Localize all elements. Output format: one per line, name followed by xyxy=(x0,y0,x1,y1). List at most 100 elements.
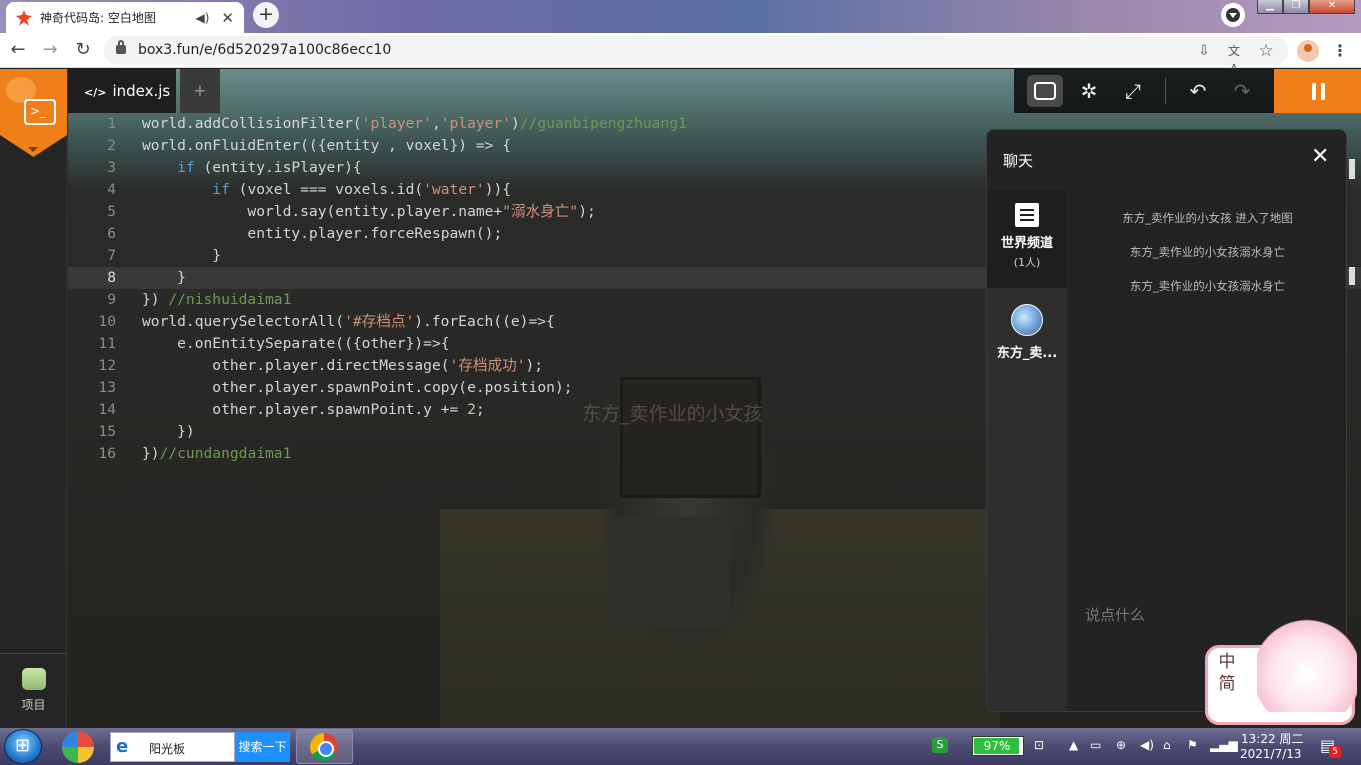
code-editor[interactable]: 1 world.addCollisionFilter('player','play… xyxy=(68,113,1361,513)
code-text[interactable]: } xyxy=(142,245,221,267)
close-tab-icon[interactable]: ✕ xyxy=(221,9,234,27)
forward-arrow-icon[interactable]: → xyxy=(38,39,62,63)
browser-tab[interactable]: 神奇代码岛: 空白地图 ◀) ✕ xyxy=(6,2,244,33)
code-text[interactable]: world.onFluidEnter(({entity , voxel}) =>… xyxy=(142,135,511,157)
window-restore-button[interactable]: ❐ xyxy=(1283,0,1309,14)
line-number: 9 xyxy=(107,291,116,308)
code-text[interactable]: }) xyxy=(142,421,195,443)
lock-icon xyxy=(116,40,126,54)
new-tab-button[interactable]: + xyxy=(253,2,279,28)
line-number: 8 xyxy=(107,269,116,286)
code-line[interactable]: 1 world.addCollisionFilter('player','play… xyxy=(68,113,988,135)
scrollbar-thumb[interactable] xyxy=(1349,159,1355,179)
code-text[interactable]: e.onEntitySeparate(({other})=>{ xyxy=(142,333,449,355)
code-text[interactable]: world.querySelectorAll('#存档点').forEach((… xyxy=(142,311,555,333)
usb-icon[interactable]: ⌂ xyxy=(1163,738,1171,752)
ime-mode-indicator[interactable]: 中 简 xyxy=(1216,651,1238,695)
line-number: 1 xyxy=(107,115,116,132)
window-close-button[interactable]: ✕ xyxy=(1309,0,1355,14)
ime-widget[interactable]: 中 简 xyxy=(1205,617,1361,727)
bookmark-star-icon[interactable]: ☆ xyxy=(1257,42,1275,60)
chevron-down-icon xyxy=(1229,13,1237,18)
clock-time[interactable]: 13:22 周二 xyxy=(1241,730,1303,747)
chat-toggle-button[interactable] xyxy=(1027,75,1063,107)
code-line[interactable]: 6 entity.player.forceRespawn(); xyxy=(68,223,988,245)
channel-world[interactable]: 世界频道 (1人) xyxy=(987,190,1067,288)
add-file-tab-button[interactable]: + xyxy=(180,69,220,113)
tab-search-button[interactable] xyxy=(1221,3,1245,27)
chrome-taskbar-icon[interactable] xyxy=(296,729,353,764)
display-icon[interactable]: ▭ xyxy=(1090,738,1101,752)
scrollbar-thumb[interactable] xyxy=(1349,267,1355,285)
line-number: 12 xyxy=(98,357,116,374)
left-sidebar: >_ 项目 xyxy=(0,69,67,728)
reload-icon[interactable]: ↻ xyxy=(71,39,95,63)
code-line[interactable]: 13 other.player.spawnPoint.copy(e.positi… xyxy=(68,377,988,399)
redo-icon[interactable]: ↷ xyxy=(1224,75,1260,107)
signal-icon[interactable]: ▂▄▆ xyxy=(1210,738,1238,752)
channel-user[interactable]: 东方_卖... xyxy=(987,288,1067,368)
flag-icon[interactable]: ⚑ xyxy=(1187,738,1198,752)
code-line[interactable]: 9 }) //nishuidaima1 xyxy=(68,289,988,311)
code-text[interactable]: })//cundangdaima1 xyxy=(142,443,291,465)
code-text[interactable]: world.say(entity.player.name+"溺水身亡"); xyxy=(142,201,595,223)
chat-message: 东方_卖作业的小女孩 进入了地图 xyxy=(1122,211,1293,225)
address-bar[interactable]: box3.fun/e/6d520297a100c86ecc10 ⇩ 文A ☆ xyxy=(104,36,1288,76)
notification-center-button[interactable]: ▤ 5 xyxy=(1320,736,1341,758)
code-text[interactable]: if (voxel === voxels.id('water')){ xyxy=(142,179,511,201)
search-button[interactable]: 搜索一下 xyxy=(235,732,290,762)
code-line[interactable]: 4 if (voxel === voxels.id('water')){ xyxy=(68,179,988,201)
site-favicon-icon xyxy=(16,9,32,26)
code-line[interactable]: 16 })//cundangdaima1 xyxy=(68,443,988,465)
line-number: 16 xyxy=(98,445,116,462)
notification-count-badge: 5 xyxy=(1329,746,1341,758)
install-app-icon[interactable]: ⇩ xyxy=(1195,42,1213,60)
undo-icon[interactable]: ↶ xyxy=(1180,75,1216,107)
power-plug-icon[interactable]: ⊡ xyxy=(1034,738,1044,752)
window-minimize-button[interactable]: ▁ xyxy=(1257,0,1283,14)
code-line[interactable]: 11 e.onEntitySeparate(({other})=>{ xyxy=(68,333,988,355)
project-button[interactable]: 项目 xyxy=(0,653,67,728)
volume-icon[interactable]: ◀) xyxy=(1140,738,1154,752)
code-text[interactable]: other.player.spawnPoint.copy(e.position)… xyxy=(142,377,572,399)
more-menu-icon[interactable]: ⋮ xyxy=(1332,41,1348,60)
tray-expand-icon[interactable]: ▲ xyxy=(1069,738,1078,752)
project-icon xyxy=(21,668,46,690)
clock-date[interactable]: 2021/7/13 xyxy=(1240,747,1302,761)
battery-indicator[interactable]: 97% xyxy=(972,736,1024,756)
code-line[interactable]: 12 other.player.directMessage('存档成功'); xyxy=(68,355,988,377)
code-text[interactable]: other.player.directMessage('存档成功'); xyxy=(142,355,543,377)
battery-percent: 97% xyxy=(983,739,1011,753)
code-text[interactable]: }) //nishuidaima1 xyxy=(142,289,291,311)
code-line[interactable]: 2 world.onFluidEnter(({entity , voxel}) =… xyxy=(68,135,988,157)
code-line[interactable]: 10 world.querySelectorAll('#存档点').forEach… xyxy=(68,311,988,333)
code-line[interactable]: 5 world.say(entity.player.name+"溺水身亡"); xyxy=(68,201,988,223)
code-line[interactable]: 3 if (entity.isPlayer){ xyxy=(68,157,988,179)
search-box[interactable]: e 阳光板 xyxy=(110,732,235,762)
tray-app-icon[interactable]: S xyxy=(932,737,948,753)
profile-avatar-button[interactable] xyxy=(1297,40,1319,62)
code-text[interactable]: entity.player.forceRespawn(); xyxy=(142,223,502,245)
console-icon[interactable]: >_ xyxy=(24,99,56,125)
code-line[interactable]: 14 other.player.spawnPoint.y += 2; xyxy=(68,399,988,421)
code-text[interactable]: other.player.spawnPoint.y += 2; xyxy=(142,399,484,421)
toolbar-divider xyxy=(1165,78,1166,104)
url-text[interactable]: box3.fun/e/6d520297a100c86ecc10 xyxy=(138,42,391,58)
code-text[interactable]: if (entity.isPlayer){ xyxy=(142,157,362,179)
close-icon[interactable]: ✕ xyxy=(1311,146,1329,168)
add-icon[interactable]: ⊕ xyxy=(1116,738,1126,752)
back-arrow-icon[interactable]: ← xyxy=(6,39,30,63)
code-line[interactable]: 7 } xyxy=(68,245,988,267)
pause-button[interactable] xyxy=(1274,69,1361,113)
pinwheel-app-icon[interactable] xyxy=(62,731,94,763)
channel-world-label: 世界频道 xyxy=(1000,236,1053,251)
translate-icon[interactable]: 文A xyxy=(1225,42,1243,76)
code-text[interactable]: world.addCollisionFilter('player','playe… xyxy=(142,113,687,135)
start-button[interactable] xyxy=(4,729,42,764)
bug-icon[interactable]: ✲ xyxy=(1071,75,1107,107)
speaker-icon[interactable]: ◀) xyxy=(196,11,210,25)
code-line[interactable]: 15 }) xyxy=(68,421,988,443)
file-tab-index[interactable]: </> index.js xyxy=(68,69,176,113)
code-text[interactable]: } xyxy=(142,267,186,289)
fullscreen-icon[interactable]: ⤢ xyxy=(1115,75,1151,107)
